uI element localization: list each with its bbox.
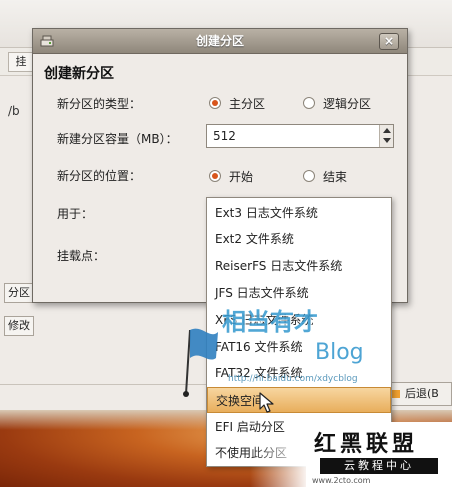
mount-label: 挂载点： bbox=[57, 249, 106, 263]
back-arrow-icon bbox=[392, 390, 400, 398]
spin-up-icon[interactable] bbox=[383, 128, 391, 133]
size-stepper[interactable] bbox=[379, 125, 393, 147]
type-primary-label[interactable]: 主分区 bbox=[229, 95, 265, 112]
size-value[interactable]: 512 bbox=[213, 129, 236, 143]
watermark-logo-text: 相当有才 bbox=[222, 308, 318, 336]
type-label: 新分区的类型： bbox=[57, 97, 142, 111]
background-tab[interactable]: 挂 bbox=[8, 52, 34, 72]
watermark-blog: Blog bbox=[315, 340, 364, 365]
background-separator bbox=[0, 384, 210, 385]
position-begin-radio[interactable] bbox=[209, 170, 221, 182]
brand-url: www.2cto.com bbox=[312, 476, 371, 485]
close-button[interactable]: × bbox=[379, 33, 399, 50]
brand-watermark: 红黑联盟 云教程中心 www.2cto.com bbox=[306, 422, 452, 487]
back-button-label: 后退(B bbox=[405, 387, 439, 400]
background-mount-path: /b bbox=[8, 104, 20, 118]
brand-fade bbox=[250, 440, 310, 487]
position-end-radio[interactable] bbox=[303, 170, 315, 182]
position-end-label[interactable]: 结束 bbox=[323, 168, 347, 185]
type-logical-label[interactable]: 逻辑分区 bbox=[323, 95, 371, 112]
brand-title: 红黑联盟 bbox=[314, 431, 419, 457]
option-ext3[interactable]: Ext3 日志文件系统 bbox=[207, 200, 391, 226]
brand-subtitle: 云教程中心 bbox=[320, 458, 438, 474]
spin-down-icon[interactable] bbox=[383, 138, 391, 143]
background-edit-button[interactable]: 修改 bbox=[4, 316, 34, 336]
type-logical-radio[interactable] bbox=[303, 97, 315, 109]
watermark-url: http://hi.baidu.com/xdycblog bbox=[228, 374, 358, 384]
background-partition-button[interactable]: 分区 bbox=[4, 283, 34, 303]
mouse-cursor-icon bbox=[259, 392, 274, 413]
watermark-flag-icon bbox=[183, 328, 218, 397]
size-spinbox[interactable]: 512 bbox=[206, 124, 394, 148]
dialog-titlebar[interactable]: 创建分区 × bbox=[33, 29, 407, 54]
option-reiserfs[interactable]: ReiserFS 日志文件系统 bbox=[207, 253, 391, 279]
size-label: 新建分区容量（MB）： bbox=[57, 132, 178, 146]
option-ext2[interactable]: Ext2 文件系统 bbox=[207, 226, 391, 252]
position-label: 新分区的位置： bbox=[57, 169, 142, 183]
dialog-heading: 创建新分区 bbox=[44, 66, 114, 82]
back-button[interactable]: 后退(B bbox=[386, 382, 452, 406]
position-begin-label[interactable]: 开始 bbox=[229, 168, 253, 185]
option-swap[interactable]: 交换空间 bbox=[207, 387, 391, 413]
use-label: 用于： bbox=[57, 207, 94, 221]
type-primary-radio[interactable] bbox=[209, 97, 221, 109]
dialog-title: 创建分区 bbox=[195, 34, 244, 48]
